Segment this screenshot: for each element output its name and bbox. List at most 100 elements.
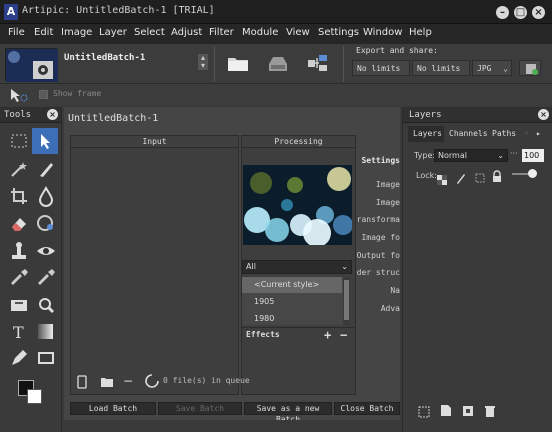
export-button[interactable] xyxy=(519,60,541,76)
tab-paths[interactable]: Paths xyxy=(492,129,516,138)
menu-filter[interactable]: Filter xyxy=(209,27,234,38)
export-height-select[interactable]: No limits xyxy=(412,60,470,76)
close-icon[interactable]: × xyxy=(532,6,545,19)
eyedropper-alt-icon[interactable] xyxy=(34,266,58,288)
mask-icon[interactable] xyxy=(462,402,474,416)
input-header: Input xyxy=(71,136,238,148)
opacity-input[interactable]: 100 xyxy=(522,149,544,162)
eye-icon[interactable] xyxy=(34,240,58,262)
close-icon[interactable]: × xyxy=(47,109,58,120)
export-format-select[interactable]: JPG ⌄ xyxy=(472,60,512,76)
fill-slider-handle[interactable] xyxy=(528,169,537,178)
save-batch-button[interactable]: Save Batch xyxy=(158,402,242,415)
lock-transparency-icon[interactable] xyxy=(437,170,447,185)
save-icon[interactable] xyxy=(265,52,291,74)
export-label: Export and share: xyxy=(356,46,438,55)
remove-effect-button[interactable]: − xyxy=(340,328,347,342)
chevron-down-icon: ⌄ xyxy=(503,64,508,73)
marquee-tool-icon[interactable] xyxy=(7,130,31,152)
pen-icon[interactable] xyxy=(7,346,31,368)
folder-icon[interactable] xyxy=(100,374,114,388)
lock-position-icon[interactable] xyxy=(474,169,486,183)
list-item[interactable]: 1980 xyxy=(242,311,342,325)
remove-file-button[interactable]: − xyxy=(123,374,135,388)
shape-icon[interactable] xyxy=(34,346,58,368)
save-as-new-batch-button[interactable]: Save as a new Batch xyxy=(244,402,332,424)
export-width-select[interactable]: No limits xyxy=(352,60,410,76)
background-color-swatch[interactable] xyxy=(27,389,42,404)
zoom-icon[interactable] xyxy=(34,294,58,316)
minimize-icon[interactable]: – xyxy=(496,6,509,19)
pointer-icon[interactable] xyxy=(32,128,58,154)
menu-layer[interactable]: Layer xyxy=(99,27,127,38)
show-frame-checkbox[interactable] xyxy=(39,90,48,99)
move-tool-option-icon[interactable] xyxy=(8,87,30,103)
phone-icon[interactable] xyxy=(76,374,88,389)
tab-channels[interactable]: Channels xyxy=(449,129,488,138)
horizontal-scrollbar[interactable] xyxy=(64,420,400,432)
settings-item[interactable]: Output fo xyxy=(357,251,400,260)
menu-window[interactable]: Window xyxy=(363,27,402,38)
list-item[interactable]: <Current style> xyxy=(242,277,342,293)
type-label: Type: xyxy=(414,151,436,160)
folder-icon[interactable] xyxy=(225,52,251,74)
close-icon[interactable]: × xyxy=(538,109,549,120)
tab-scroll-right-icon[interactable]: ▸ xyxy=(536,129,541,138)
settings-item[interactable]: Image xyxy=(376,198,400,207)
menu-view[interactable]: View xyxy=(286,27,310,38)
refresh-icon[interactable] xyxy=(143,372,161,390)
new-layer-icon[interactable] xyxy=(440,402,452,416)
list-item[interactable]: 1905 xyxy=(242,294,342,310)
maximize-icon[interactable]: □ xyxy=(514,6,527,19)
lock-icon[interactable] xyxy=(492,168,502,182)
menu-select[interactable]: Select xyxy=(134,27,165,38)
style-filter-select[interactable]: All ⌄ xyxy=(242,260,352,274)
queue-status: 0 file(s) in queue xyxy=(163,376,250,385)
settings-item[interactable]: Adva xyxy=(381,304,400,313)
blend-mode-select[interactable]: Normal ⌄ xyxy=(434,149,508,162)
menu-help[interactable]: Help xyxy=(409,27,432,38)
effects-bar: Effects + − xyxy=(242,327,354,342)
scrollbar[interactable] xyxy=(343,277,350,325)
menu-file[interactable]: File xyxy=(8,27,25,38)
eraser-icon[interactable] xyxy=(7,212,31,234)
processing-header: Processing xyxy=(242,136,355,148)
drop-icon[interactable] xyxy=(34,185,58,207)
text-tool-icon[interactable]: T xyxy=(7,320,31,342)
preset-thumbnail[interactable] xyxy=(5,48,58,82)
gradient-icon[interactable] xyxy=(34,320,58,342)
brush-icon[interactable] xyxy=(34,158,58,180)
menu-image[interactable]: Image xyxy=(61,27,92,38)
heal-icon[interactable] xyxy=(34,212,58,234)
menu-module[interactable]: Module xyxy=(242,27,278,38)
tab-overflow-icon[interactable]: ◦ xyxy=(524,129,529,138)
lock-pixels-icon[interactable] xyxy=(456,169,466,184)
menu-settings[interactable]: Settings xyxy=(318,27,359,38)
tools-panel-header: Tools × xyxy=(0,107,61,123)
settings-header: Settings xyxy=(361,156,400,165)
load-batch-button[interactable]: Load Batch xyxy=(70,402,156,415)
tab-layers[interactable]: Layers xyxy=(413,129,442,138)
settings-item[interactable]: Na xyxy=(390,286,400,295)
preset-spinner[interactable]: ▴ ▾ xyxy=(198,54,208,70)
add-effect-button[interactable]: + xyxy=(324,328,331,342)
settings-item[interactable]: Image fo xyxy=(361,233,400,242)
magic-wand-icon[interactable] xyxy=(7,158,31,180)
preset-name[interactable]: UntitledBatch-1 xyxy=(64,53,145,63)
settings-item[interactable]: ransforma xyxy=(357,215,400,224)
settings-item[interactable]: Image xyxy=(376,180,400,189)
app-logo: A xyxy=(4,4,18,20)
share-icon[interactable] xyxy=(304,52,330,74)
new-group-icon[interactable] xyxy=(418,403,430,418)
settings-item[interactable]: der struc xyxy=(357,268,400,277)
menu-edit[interactable]: Edit xyxy=(34,27,53,38)
crop-icon[interactable] xyxy=(7,185,31,207)
menu-adjust[interactable]: Adjust xyxy=(171,27,202,38)
layers-panel-header: Layers × xyxy=(403,107,552,123)
eyedropper-icon[interactable] xyxy=(7,266,31,288)
rectangle-fill-icon[interactable] xyxy=(7,294,31,316)
close-batch-button[interactable]: Close Batch xyxy=(334,402,400,415)
stamp-icon[interactable] xyxy=(7,240,31,262)
more-options-icon[interactable]: ··· xyxy=(510,149,518,158)
trash-icon[interactable] xyxy=(484,402,496,417)
